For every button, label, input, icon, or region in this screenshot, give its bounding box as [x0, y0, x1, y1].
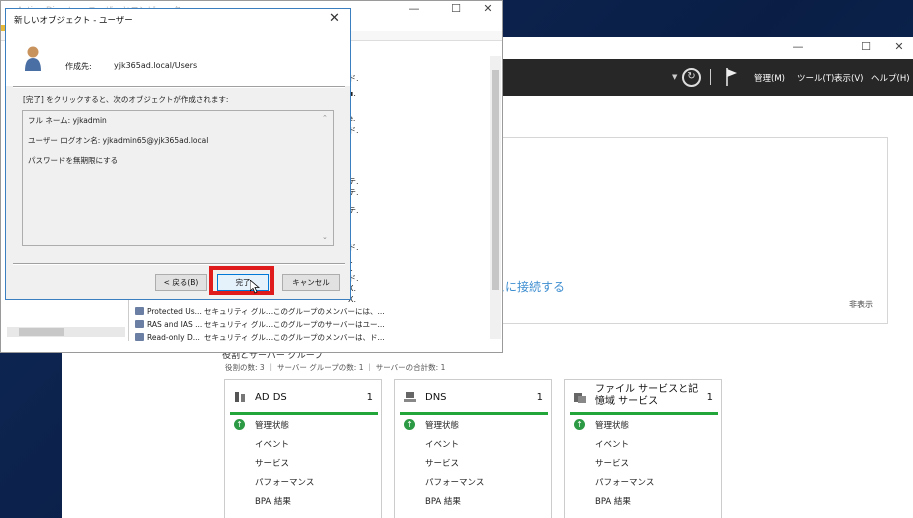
table-row[interactable]: Read-only D... セキュリティ グル...このグループのメンバーは、ド… [135, 332, 385, 343]
welcome-link-connect[interactable]: スに接続する [493, 278, 565, 295]
refresh-icon[interactable]: ↻ [682, 68, 701, 87]
notification-flag-icon[interactable] [726, 68, 738, 86]
tile-row-bpa[interactable]: BPA 結果 [425, 495, 461, 507]
table-row[interactable]: RAS and IAS ... セキュリティ グル...このグループのサーバーはユ… [135, 319, 385, 330]
tile-count: 1 [536, 392, 543, 403]
group-icon [135, 333, 144, 341]
ad-vertical-scrollbar[interactable] [490, 56, 501, 339]
tile-row-services[interactable]: サービス [595, 457, 629, 469]
row-name: RAS and IAS ... [147, 320, 203, 329]
tile-status-bar [570, 412, 718, 415]
status-ok-icon: ↑ [234, 419, 245, 430]
tile-row-services[interactable]: サービス [255, 457, 289, 469]
summary-box[interactable]: フル ネーム: yjkadmin ユーザー ログオン名: yjkadmin65@… [22, 110, 334, 246]
row-type: セキュリティ グル... [204, 320, 274, 329]
tile-row-performance[interactable]: パフォーマンス [255, 476, 314, 488]
divider [13, 264, 345, 265]
back-button[interactable]: < 戻る(B) [155, 274, 207, 291]
dropdown-arrow-icon[interactable]: ▼ [672, 73, 677, 81]
divider [13, 87, 345, 88]
status-ok-icon: ↑ [404, 419, 415, 430]
tile-row-events[interactable]: イベント [255, 438, 289, 450]
row-description: このグループのメンバーには、... [273, 307, 385, 316]
role-tile-adds[interactable]: AD DS 1 ↑ 管理状態 イベント サービス パフォーマンス BPA 結果 [224, 379, 382, 518]
row-name: Read-only D... [147, 333, 200, 342]
tile-row-events[interactable]: イベント [425, 438, 459, 450]
summary-logon-name: ユーザー ログオン名: yjkadmin65@yjk365ad.local [28, 136, 209, 145]
tile-header: ファイル サービスと記憶域 サービス 1 [565, 380, 721, 415]
scroll-up-icon[interactable]: ⌃ [322, 114, 328, 122]
dns-role-icon [404, 392, 416, 402]
mouse-cursor-icon [250, 280, 260, 294]
tile-row-bpa[interactable]: BPA 結果 [255, 495, 291, 507]
tile-row-manageability[interactable]: 管理状態 [595, 419, 629, 431]
hide-link[interactable]: 非表示 [849, 299, 873, 310]
sm-maximize-button[interactable]: ☐ [852, 40, 880, 56]
tile-status-bar [230, 412, 378, 415]
scroll-thumb[interactable] [492, 70, 499, 290]
row-name: Protected Us... [147, 307, 202, 316]
summary-scrollbar[interactable]: ⌃ ⌄ [320, 112, 332, 244]
create-in-label: 作成先: [65, 62, 92, 71]
menu-help[interactable]: ヘルプ(H) [871, 72, 910, 84]
tile-header: DNS 1 [395, 380, 551, 415]
tile-row-performance[interactable]: パフォーマンス [425, 476, 484, 488]
row-description: このグループのメンバーは、ド... [273, 333, 385, 342]
tile-row-manageability[interactable]: 管理状態 [425, 419, 459, 431]
sm-close-button[interactable]: ✕ [885, 40, 913, 56]
file-storage-role-icon [574, 393, 586, 403]
role-tile-file-storage[interactable]: ファイル サービスと記憶域 サービス 1 ↑ 管理状態 イベント サービス パフ… [564, 379, 722, 518]
dialog-header: 作成先: yjk365ad.local/Users [6, 30, 350, 86]
scroll-down-icon[interactable]: ⌄ [322, 233, 328, 241]
user-icon [25, 46, 41, 71]
toolbar-separator [710, 69, 711, 85]
tile-row-services[interactable]: サービス [425, 457, 459, 469]
group-icon [135, 320, 144, 328]
instruction-text: [完了] をクリックすると、次のオブジェクトが作成されます: [23, 95, 229, 104]
ad-maximize-button[interactable]: ☐ [441, 2, 471, 15]
adds-role-icon [235, 392, 245, 402]
group-icon [135, 307, 144, 315]
new-user-dialog: 新しいオブジェクト - ユーザー ✕ 作成先: yjk365ad.local/U… [5, 8, 351, 300]
row-type: セキュリティ グル... [204, 333, 274, 342]
status-ok-icon: ↑ [574, 419, 585, 430]
tile-count: 1 [366, 392, 373, 403]
tile-row-events[interactable]: イベント [595, 438, 629, 450]
tile-header: AD DS 1 [225, 380, 381, 415]
role-tile-dns[interactable]: DNS 1 ↑ 管理状態 イベント サービス パフォーマンス BPA 結果 [394, 379, 552, 518]
tile-count: 1 [706, 392, 713, 403]
ad-minimize-button[interactable]: — [399, 2, 429, 15]
row-description: このグループのサーバーはユー... [273, 320, 385, 329]
menu-view[interactable]: 表示(V) [834, 72, 863, 84]
row-type: セキュリティ グル... [204, 307, 274, 316]
roles-section-summary: 役割の数: 3 ｜ サーバー グループの数: 1 ｜ サーバーの合計数: 1 [225, 363, 446, 372]
menu-manage[interactable]: 管理(M) [754, 72, 785, 84]
sm-minimize-button[interactable]: — [784, 40, 812, 56]
summary-password-option: パスワードを無期限にする [28, 156, 119, 165]
summary-full-name: フル ネーム: yjkadmin [28, 116, 107, 125]
tile-status-bar [400, 412, 548, 415]
tile-name: AD DS [255, 392, 287, 403]
ad-close-button[interactable]: ✕ [473, 2, 503, 15]
ad-horizontal-scrollbar[interactable] [7, 327, 125, 337]
highlight-frame [209, 266, 274, 295]
create-in-path: yjk365ad.local/Users [114, 61, 198, 70]
tile-row-manageability[interactable]: 管理状態 [255, 419, 289, 431]
menu-tools[interactable]: ツール(T) [797, 72, 834, 84]
table-row[interactable]: Protected Us... セキュリティ グル...このグループのメンバーには… [135, 306, 385, 317]
tile-row-performance[interactable]: パフォーマンス [595, 476, 654, 488]
scroll-thumb[interactable] [19, 328, 64, 336]
tile-row-bpa[interactable]: BPA 結果 [595, 495, 631, 507]
dialog-close-button[interactable]: ✕ [329, 11, 340, 26]
tile-name: ファイル サービスと記憶域 サービス [595, 384, 699, 407]
tile-name: DNS [425, 392, 447, 403]
dialog-title: 新しいオブジェクト - ユーザー [14, 16, 133, 26]
cancel-button[interactable]: キャンセル [282, 274, 340, 291]
dialog-titlebar: 新しいオブジェクト - ユーザー ✕ [6, 9, 350, 30]
